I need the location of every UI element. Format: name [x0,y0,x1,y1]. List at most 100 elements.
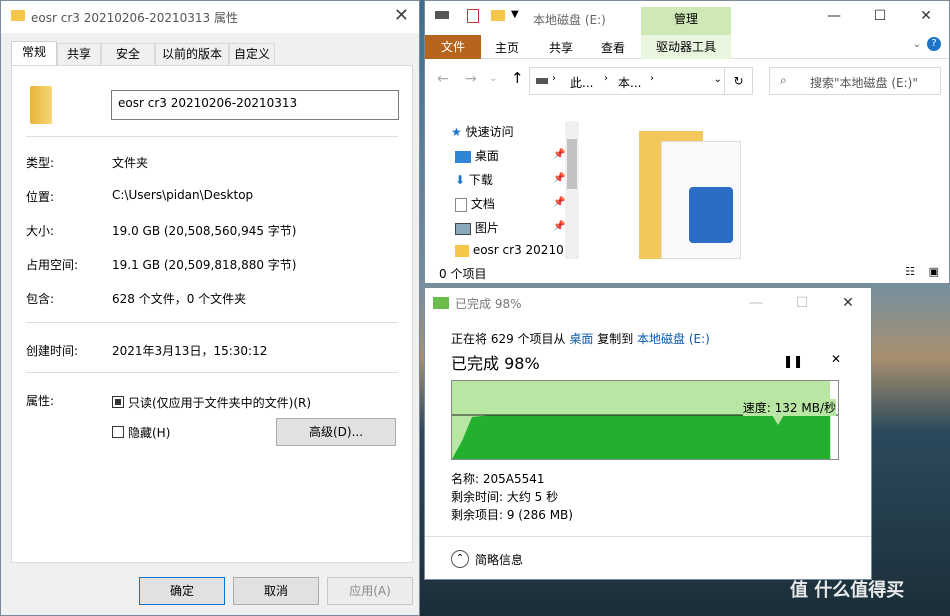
new-folder-icon[interactable] [491,10,505,21]
close-icon[interactable]: ✕ [903,1,949,31]
pin-icon: 📌 [553,173,566,184]
large-icons-view-icon[interactable]: ▣ [929,265,939,278]
pin-icon: 📌 [553,149,566,160]
tab-share[interactable]: 共享 [549,39,573,56]
tab-security[interactable]: 安全 [101,43,155,65]
location-label: 位置: [26,190,55,204]
tab-view[interactable]: 查看 [601,39,625,56]
folder-icon [455,244,469,257]
nav-downloads[interactable]: ⬇ 下载 [455,171,493,188]
ok-button[interactable]: 确定 [139,577,225,605]
collapse-details-icon[interactable]: ⌃ [451,550,469,568]
pin-icon: 📌 [553,197,566,208]
nav-documents[interactable]: 文档 [455,195,495,212]
tab-home[interactable]: 主页 [495,39,519,56]
maximize-icon[interactable]: ☐ [779,288,825,318]
contains-value: 628 个文件，0 个文件夹 [112,292,247,306]
collapse-ribbon-icon[interactable]: ⌄ [913,39,921,50]
nav-desktop[interactable]: 桌面 [455,147,499,164]
manage-tab-header[interactable]: 管理 [641,7,731,35]
created-label: 创建时间: [26,344,79,358]
name-field[interactable]: eosr cr3 20210206-20210313 [111,90,399,120]
location-value: C:\Users\pidan\Desktop [112,188,254,202]
tab-drive-tools[interactable]: 驱动器工具 [641,35,731,59]
crumb-drive[interactable]: 本... [618,74,641,91]
tab-strip: 常规 共享 安全 以前的版本 自定义 [11,41,409,65]
nav-quick-access[interactable]: ★ 快速访问 [451,123,514,140]
close-icon[interactable]: ✕ [825,288,871,318]
nav-label: 桌面 [474,149,499,163]
source-link[interactable]: 桌面 [569,332,593,346]
document-icon [455,197,467,212]
nav-label: 下载 [468,173,493,187]
attributes-label: 属性: [26,394,55,408]
folder-icon [11,10,25,21]
address-bar[interactable]: › 此... › 本... › ⌄ ↻ [529,67,753,95]
help-icon[interactable]: ? [927,37,941,51]
readonly-checkbox[interactable] [112,396,124,408]
search-icon: ⌕ [780,73,787,87]
properties-window: eosr cr3 20210206-20210313 属性 ✕ 常规 共享 安全… [0,0,420,616]
explorer-title: 本地磁盘 (E:) [533,13,606,27]
cancel-icon[interactable]: ✕ [831,352,841,366]
tab-customize[interactable]: 自定义 [229,43,275,65]
nav-label: 图片 [474,221,499,235]
file-name: 名称: 205A5541 [451,472,545,486]
size-value: 19.0 GB (20,508,560,945 字节) [112,224,297,238]
search-box[interactable]: ⌕ 搜索"本地磁盘 (E:)" [769,67,941,95]
tab-previous-versions[interactable]: 以前的版本 [155,43,229,65]
nav-folder-eosr[interactable]: eosr cr3 20210 [455,243,564,257]
picture-icon [689,187,733,243]
nav-pane: ★ 快速访问 桌面 ⬇ 下载 文档 图片 eosr cr3 20210 📌 📌 … [425,107,581,259]
crumb-sep-icon: › [604,73,608,84]
pictures-icon [455,222,471,235]
minimize-icon[interactable]: — [733,288,779,318]
details-view-icon[interactable]: ☷ [905,265,915,278]
contains-label: 包含: [26,292,55,306]
quick-access-dropdown-icon[interactable]: ▼ [511,9,519,20]
nav-label: 文档 [470,197,495,211]
fewer-details-link[interactable]: 简略信息 [475,551,523,568]
speed-curve [452,414,838,459]
copy-desc-text: 复制到 [593,332,638,346]
percent-heading: 已完成 98% [451,354,540,373]
copy-icon [433,297,449,309]
maximize-icon[interactable]: ☐ [857,1,903,31]
tab-file[interactable]: 文件 [425,35,481,59]
minimize-icon[interactable]: — [811,1,857,31]
time-remaining: 剩余时间: 大约 5 秒 [451,490,559,504]
properties-check-icon[interactable] [467,9,479,23]
destination-link[interactable]: 本地磁盘 (E:) [637,332,710,346]
window-title: eosr cr3 20210206-20210313 属性 [31,11,239,25]
drive-small-icon [536,78,548,84]
drive-icon [435,11,449,19]
advanced-button[interactable]: 高级(D)... [276,418,396,446]
empty-folder-illustration [639,131,741,259]
copy-desc-text: 正在将 629 个项目从 [451,332,570,346]
cancel-button[interactable]: 取消 [233,577,319,605]
size-on-disk-label: 占用空间: [26,258,79,272]
size-on-disk-value: 19.1 GB (20,509,818,880 字节) [112,258,297,272]
hidden-checkbox[interactable] [112,426,124,438]
crumb-this-pc[interactable]: 此... [570,74,593,91]
refresh-icon[interactable]: ↻ [724,68,752,94]
tab-general[interactable]: 常规 [11,41,57,65]
close-icon[interactable]: ✕ [394,5,409,26]
readonly-label: 只读(仅应用于文件夹中的文件)(R) [128,396,312,410]
download-icon: ⬇ [455,173,466,187]
back-icon[interactable]: ← [437,71,449,87]
up-icon[interactable]: ↑ [511,69,524,87]
pause-icon[interactable]: ❚❚ [783,354,803,368]
recent-dropdown-icon[interactable]: ⌄ [489,73,497,84]
tab-sharing[interactable]: 共享 [57,43,101,65]
nav-scrollbar[interactable] [565,121,579,259]
apply-button[interactable]: 应用(A) [327,577,413,605]
nav-pictures[interactable]: 图片 [455,219,499,236]
ribbon-tabs: 文件 主页 共享 查看 驱动器工具 ⌄ ? [425,35,949,59]
forward-icon[interactable]: → [465,71,477,87]
items-remaining: 剩余项目: 9 (286 MB) [451,508,573,522]
explorer-title-bar: ▼ 本地磁盘 (E:) 管理 — ☐ ✕ [425,1,949,35]
address-dropdown-icon[interactable]: ⌄ [714,74,722,85]
copy-window-title: 已完成 98% [455,297,522,311]
speed-label: 速度: 132 MB/秒 [742,399,836,416]
